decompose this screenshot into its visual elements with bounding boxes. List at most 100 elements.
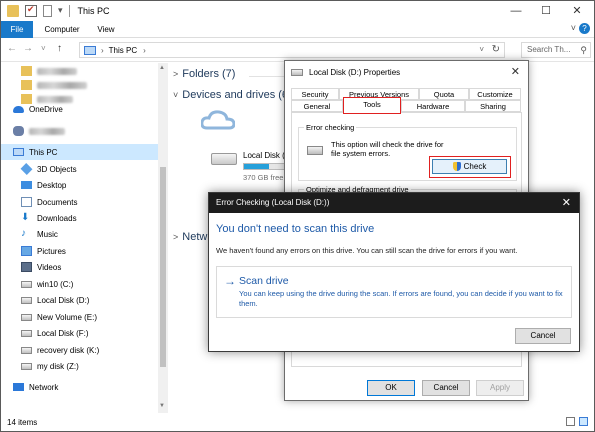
apply-button[interactable]: Apply (476, 380, 524, 396)
cancel-button[interactable]: Cancel (422, 380, 470, 396)
back-button[interactable]: ← (7, 43, 17, 54)
breadcrumb-this-pc[interactable]: This PC (109, 46, 137, 55)
devices-group-header[interactable]: ˅ Devices and drives (6) (173, 89, 292, 101)
sidebar-item-local-disk-d[interactable]: Local Disk (D:) (1, 292, 158, 308)
sidebar-scrollbar[interactable]: ▲ ▼ (158, 63, 168, 413)
sidebar-item-downloads[interactable]: ⬇ Downloads (1, 210, 158, 226)
error-dialog-heading: You don't need to scan this drive (216, 223, 375, 235)
sidebar-item-this-pc[interactable]: This PC (1, 144, 158, 160)
up-button[interactable]: ↑ (57, 43, 62, 54)
sidebar-item-label: Downloads (37, 213, 77, 223)
ribbon: File Computer View ˅ ? (1, 21, 594, 38)
drive-name[interactable]: Local Disk ( (243, 151, 285, 160)
sidebar-item-desktop[interactable]: Desktop (1, 177, 158, 193)
sidebar-item-label: OneDrive (29, 104, 63, 114)
minimize-button[interactable]: — (501, 1, 531, 21)
local-disk-drive-icon[interactable] (211, 153, 237, 165)
breadcrumb-expand[interactable]: › (143, 46, 146, 55)
recent-locations-button[interactable]: ˅ (41, 44, 46, 53)
close-button[interactable]: ✕ (562, 1, 592, 21)
tab-view[interactable]: View (91, 21, 121, 38)
tab-customize[interactable]: Customize (469, 88, 521, 100)
sidebar-item-label: Videos (37, 262, 62, 272)
onedrive-cloud-icon[interactable] (201, 108, 235, 132)
refresh-icon[interactable]: ↻ (492, 44, 500, 55)
tab-hardware[interactable]: Hardware (401, 100, 465, 112)
details-view-icon[interactable] (566, 417, 575, 426)
scroll-down-icon[interactable]: ▼ (159, 403, 165, 409)
check-button-highlight: Check (429, 156, 511, 178)
sidebar-item-label: recovery disk (K:) (37, 345, 100, 355)
new-folder-quick-icon[interactable] (43, 5, 52, 17)
drive-usage-bar (243, 163, 287, 170)
tab-file[interactable]: File (1, 21, 33, 38)
address-dropdown-icon[interactable]: ˅ (479, 45, 484, 54)
sidebar-item-new-volume-e[interactable]: New Volume (E:) (1, 309, 158, 325)
sidebar-item-my-disk-z[interactable]: my disk (Z:) (1, 358, 158, 374)
chevron-right-icon: > (173, 69, 179, 79)
properties-title-bar: Local Disk (D:) Properties ✕ (285, 61, 528, 83)
sidebar-item-videos[interactable]: Videos (1, 259, 158, 275)
ribbon-expand-icon[interactable]: ˅ (571, 23, 576, 33)
documents-icon (21, 197, 32, 207)
tab-quota[interactable]: Quota (419, 88, 469, 100)
quick-access-dropdown-icon[interactable]: ▾ (58, 5, 63, 17)
breadcrumb-separator: › (101, 45, 104, 55)
drive-icon (307, 146, 323, 155)
large-icons-view-icon[interactable] (579, 417, 588, 426)
sidebar-item-local-disk-f[interactable]: Local Disk (F:) (1, 325, 158, 341)
tab-general[interactable]: General (291, 100, 343, 112)
navigation-pane: OneDrive This PC 3D Objects Desktop Docu… (1, 63, 158, 413)
tab-security[interactable]: Security (291, 88, 339, 100)
sidebar-item-documents[interactable]: Documents (1, 194, 158, 210)
sidebar-item-onedrive[interactable]: OneDrive (1, 101, 158, 117)
check-button[interactable]: Check (432, 159, 507, 174)
tab-tools[interactable]: Tools (343, 97, 401, 114)
error-dialog-close-button[interactable]: ✕ (562, 193, 571, 213)
address-bar[interactable]: › This PC › ˅ ↻ (79, 42, 505, 58)
folders-group-header[interactable]: > Folders (7) (173, 68, 235, 80)
sidebar-item-label: win10 (C:) (37, 279, 74, 289)
maximize-button[interactable]: ☐ (531, 1, 561, 21)
search-input[interactable]: Search Th... ⚲ (521, 42, 591, 58)
properties-quick-icon[interactable] (25, 4, 37, 17)
sidebar-item-label: Documents (37, 197, 78, 207)
desktop-icon (21, 181, 32, 189)
blurred-label (37, 67, 77, 75)
sidebar-item-label: Desktop (37, 180, 67, 190)
sidebar-item-network[interactable]: Network (1, 379, 158, 395)
music-icon: ♪ (21, 228, 26, 239)
error-dialog-cancel-button[interactable]: Cancel (515, 328, 571, 344)
sidebar-item-3d-objects[interactable]: 3D Objects (1, 161, 158, 177)
network-group-header[interactable]: > Netw (173, 231, 207, 243)
properties-title: Local Disk (D:) Properties (309, 67, 401, 77)
items-count: 14 items (7, 418, 38, 427)
sidebar-item-label: Network (29, 382, 59, 392)
tab-computer[interactable]: Computer (41, 21, 83, 38)
sidebar-item-pictures[interactable]: Pictures (1, 243, 158, 259)
sidebar-item-music[interactable]: ♪ Music (1, 226, 158, 242)
ok-button[interactable]: OK (367, 380, 415, 396)
network-icon (13, 383, 24, 391)
sidebar-item-recovery-disk-k[interactable]: recovery disk (K:) (1, 342, 158, 358)
forward-button[interactable]: → (23, 43, 33, 54)
address-row: ← → ˅ ↑ › This PC › ˅ ↻ Search Th... ⚲ (1, 38, 594, 62)
check-label: Check (463, 162, 487, 171)
scroll-up-icon[interactable]: ▲ (159, 65, 165, 71)
this-pc-icon (84, 45, 96, 55)
search-icon: ⚲ (580, 45, 587, 55)
tab-sharing[interactable]: Sharing (465, 100, 521, 112)
scrollbar-thumb[interactable] (160, 167, 166, 367)
drive-icon (21, 313, 32, 321)
download-icon: ⬇ (21, 212, 30, 223)
sidebar-item-label: This PC (29, 147, 58, 157)
sidebar-blurred-item-4[interactable] (1, 123, 158, 139)
properties-close-button[interactable]: ✕ (511, 65, 520, 78)
scan-drive-option[interactable]: → Scan drive You can keep using the driv… (216, 266, 572, 318)
sidebar-item-win10-c[interactable]: win10 (C:) (1, 276, 158, 292)
drive-icon (21, 362, 32, 370)
drive-usage-fill (244, 164, 270, 169)
computer-icon (13, 148, 24, 156)
devices-header-label: Devices and drives (6) (182, 89, 292, 101)
help-icon[interactable]: ? (579, 23, 590, 34)
